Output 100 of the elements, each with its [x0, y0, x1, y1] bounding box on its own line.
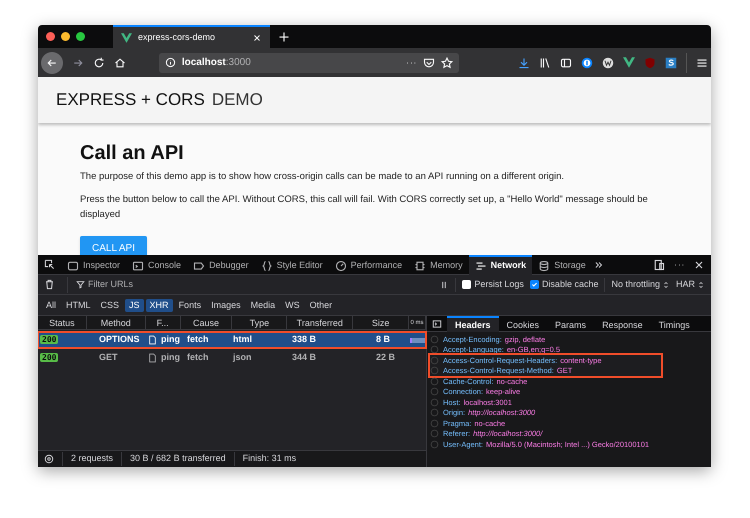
status-text: 30 B / 682 B transferred — [121, 452, 226, 466]
console-icon — [132, 260, 144, 272]
transferred-cell-text: 338 B — [291, 333, 318, 346]
devtools-tab[interactable]: Storage — [532, 255, 592, 274]
status-text: 2 requests — [62, 452, 114, 466]
type-filter-button[interactable]: XHR — [146, 298, 173, 312]
responsive-icon — [653, 258, 665, 270]
status-badge: 200 — [40, 353, 58, 362]
column-header[interactable]: Type — [232, 316, 288, 329]
new-tab-icon[interactable] — [278, 30, 290, 42]
har-dropdown[interactable]: HAR — [676, 278, 705, 292]
star-icon — [441, 56, 453, 68]
back-button[interactable] — [41, 52, 63, 74]
menu-icon — [696, 56, 708, 68]
type-filter-button[interactable]: Images — [207, 298, 245, 312]
file-cell-text: ping — [161, 351, 180, 364]
type-filter-button[interactable]: All — [42, 298, 60, 312]
up-down-caret-icon — [662, 280, 670, 288]
column-header[interactable]: Transferred — [287, 316, 354, 329]
chip-icon — [414, 260, 426, 272]
close-icon — [693, 258, 705, 270]
toggle-panel-icon — [432, 318, 442, 328]
w-circle-icon[interactable] — [602, 56, 614, 68]
type-filter-button[interactable]: Fonts — [174, 298, 206, 312]
v-logo-icon[interactable] — [623, 57, 635, 68]
address-bar[interactable]: localhost:3000 — [158, 52, 459, 72]
column-header[interactable]: F... — [146, 316, 181, 329]
devtools-tab[interactable]: Memory — [408, 255, 469, 274]
arrow-right-icon — [72, 56, 84, 68]
devtools-tab[interactable]: Style Editor — [254, 255, 329, 274]
tab-title: express-cors-demo — [138, 30, 216, 44]
url-text: localhost:3000 — [182, 56, 252, 70]
close-icon — [252, 32, 262, 42]
column-header[interactable]: Cause — [180, 316, 232, 329]
gauge-icon — [334, 260, 347, 272]
info-icon — [164, 57, 176, 68]
database-icon — [538, 260, 550, 272]
detail-tab[interactable]: Timings — [650, 316, 698, 332]
up-down-caret-icon — [697, 280, 705, 288]
library-icon — [539, 56, 551, 68]
type-filter-button[interactable]: CSS — [96, 298, 124, 312]
element-picker-icon — [44, 259, 55, 270]
devtools-tab[interactable]: Performance — [328, 255, 408, 274]
browser-tab[interactable]: express-cors-demo — [113, 25, 270, 48]
status-badge: 200 — [40, 335, 58, 344]
checkbox[interactable] — [530, 280, 539, 289]
paragraph: The purpose of this demo app is to show how cross-origin calls can be made to an API running on a different origin. — [80, 170, 566, 184]
file-cell-text: ping — [161, 333, 180, 346]
type-filter-button[interactable]: HTML — [62, 298, 95, 312]
type-filter-button[interactable]: WS — [281, 298, 304, 312]
request-row[interactable]: 200 OPTIONS ping fetch html 338 B 8 B — [38, 332, 426, 348]
detail-tab[interactable]: Cookies — [498, 316, 548, 332]
checkbox[interactable] — [462, 280, 472, 289]
devtools-tab[interactable]: Debugger — [187, 255, 255, 274]
request-row[interactable]: 200 GET ping fetch json 344 B 22 B — [38, 350, 426, 366]
v-logo-icon — [121, 32, 132, 42]
reload-icon — [92, 56, 105, 68]
zoom-window-icon[interactable] — [76, 32, 85, 41]
devtools-tab[interactable]: Network — [468, 255, 532, 274]
checkbox-label: Disable cache — [542, 278, 598, 291]
arrow-left-icon — [46, 56, 58, 68]
app-title: EXPRESS + CORS — [56, 89, 205, 112]
minimize-window-icon[interactable] — [61, 32, 70, 41]
type-filter-button[interactable]: Other — [306, 298, 336, 312]
cause-cell-text: fetch — [187, 351, 209, 364]
cause-cell-text: fetch — [187, 333, 209, 346]
paragraph: Press the button below to call the API. Without CORS, this call will fail. With CORS correctly set up, a "Hello World" message should be displayed — [80, 193, 649, 222]
type-cell-text: json — [233, 351, 253, 364]
debugger-icon — [193, 260, 206, 272]
close-window-icon[interactable] — [46, 32, 55, 41]
type-cell-text: html — [233, 333, 253, 346]
detail-tab[interactable]: Response — [594, 316, 651, 332]
size-cell-text: 22 B — [375, 351, 396, 364]
network-icon — [474, 260, 487, 272]
status-text: Finish: 31 ms — [234, 452, 296, 466]
download-icon — [518, 56, 530, 68]
filter-icon — [76, 280, 85, 289]
waterfall-bar — [410, 338, 426, 342]
sidebar-icon — [560, 56, 572, 68]
detail-tab[interactable]: Params — [547, 316, 594, 332]
type-filter-button[interactable]: Media — [246, 298, 280, 312]
size-cell-text: 8 B — [375, 333, 392, 346]
devtools-tab[interactable]: Inspector — [61, 255, 126, 274]
checkbox-label: Persist Logs — [474, 278, 524, 291]
column-header[interactable]: Status — [38, 316, 87, 329]
detail-tab[interactable]: Headers — [447, 316, 499, 332]
devtools-tab[interactable]: Console — [126, 255, 188, 274]
column-header[interactable]: Method — [86, 316, 146, 329]
throttling-dropdown[interactable]: No throttling — [611, 278, 670, 292]
page-heading: Call an API — [80, 141, 184, 165]
filter-field[interactable]: Filter URLs — [88, 278, 434, 292]
inspector-icon — [67, 260, 79, 272]
method-cell-text: GET — [98, 351, 119, 364]
s-square-icon[interactable] — [665, 56, 677, 68]
type-filter-button[interactable]: JS — [125, 298, 144, 312]
column-header[interactable]: Size — [353, 316, 410, 329]
circle-one-icon[interactable] — [581, 56, 593, 68]
braces-icon — [260, 260, 273, 272]
trash-icon — [44, 279, 55, 290]
transferred-cell-text: 344 B — [291, 351, 318, 364]
